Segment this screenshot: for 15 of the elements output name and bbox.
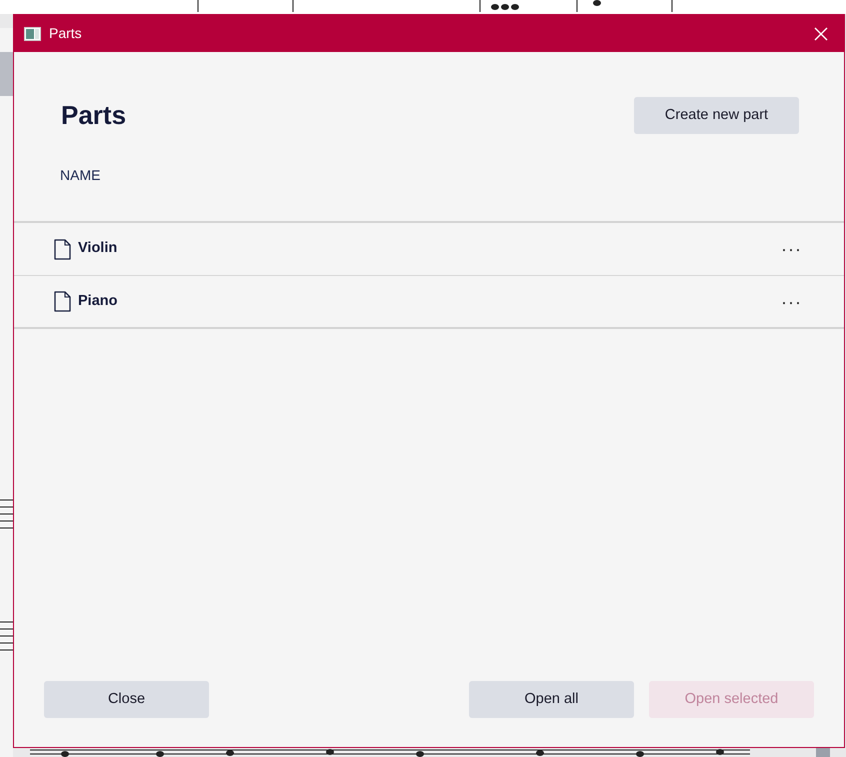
document-icon <box>54 291 71 312</box>
window-title: Parts <box>49 24 82 43</box>
column-header: NAME <box>60 167 100 183</box>
document-icon <box>54 238 71 260</box>
dialog-button[interactable]: Close <box>44 681 209 718</box>
dialog-button[interactable]: Open all <box>469 681 634 718</box>
part-name: Violin <box>78 239 118 258</box>
part-row[interactable]: Piano ··· <box>14 276 844 329</box>
dialog-heading: Parts <box>61 100 126 132</box>
app-icon <box>24 26 41 40</box>
more-options-button[interactable]: ··· <box>779 240 804 258</box>
create-part-button[interactable]: Create new part <box>634 97 799 134</box>
part-row[interactable]: Violin ··· <box>14 223 844 276</box>
more-options-button[interactable]: ··· <box>779 292 804 310</box>
part-name: Piano <box>78 292 118 311</box>
